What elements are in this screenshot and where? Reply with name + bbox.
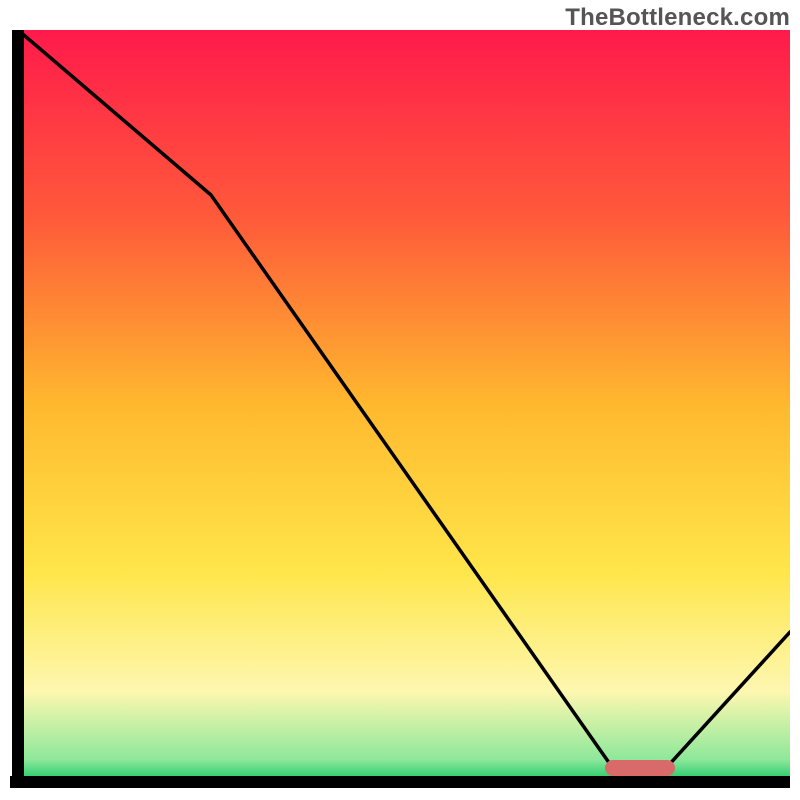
plot-svg (10, 30, 790, 790)
watermark-label: TheBottleneck.com (565, 4, 790, 32)
optimal-zone-marker (605, 760, 675, 776)
bottleneck-plot (10, 30, 790, 790)
chart-frame: TheBottleneck.com (0, 0, 800, 800)
gradient-background (18, 30, 790, 782)
